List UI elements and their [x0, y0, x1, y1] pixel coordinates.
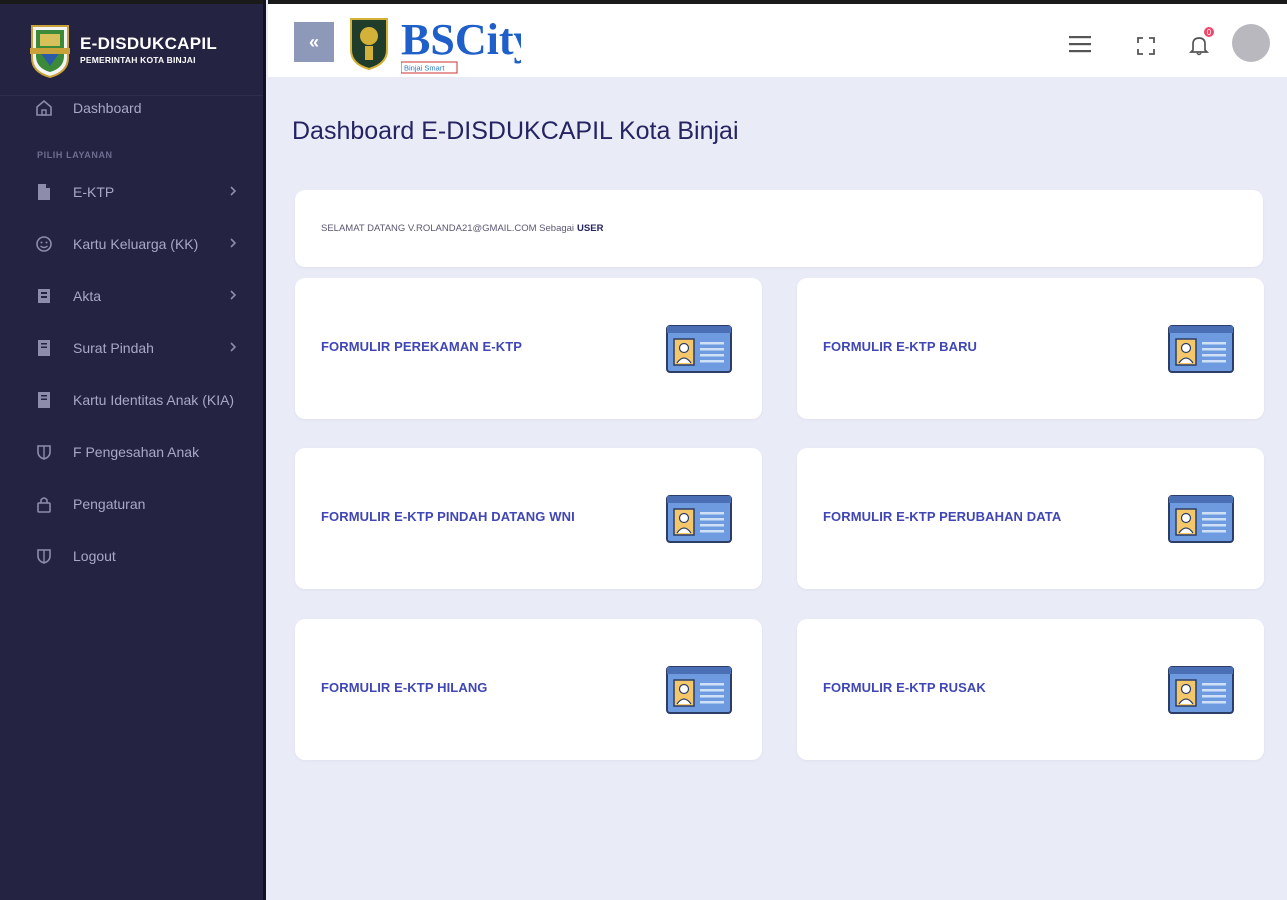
- sidebar-item-surat-pindah[interactable]: Surat Pindah: [0, 322, 263, 374]
- lock-icon: [34, 494, 54, 514]
- sidebar: E-DISDUKCAPIL PEMERINTAH KOTA BINJAI Das…: [0, 0, 266, 900]
- welcome-card: SELAMAT DATANG V.ROLANDA21@GMAIL.COM Seb…: [295, 190, 1263, 267]
- sidebar-item-label: Akta: [73, 288, 102, 304]
- sidebar-item-label: Dashboard: [73, 100, 142, 116]
- home-icon: [34, 98, 54, 118]
- form-card-perekaman-e-ktp[interactable]: FORMULIR PEREKAMAN E-KTP: [295, 278, 762, 419]
- shield-icon: [34, 546, 54, 566]
- sidebar-item-label: Kartu Identitas Anak (KIA): [73, 392, 235, 408]
- form-card-e-ktp-rusak[interactable]: FORMULIR E-KTP RUSAK: [797, 619, 1264, 760]
- page-title: Dashboard E-DISDUKCAPIL Kota Binjai: [292, 117, 739, 145]
- file-icon: [34, 390, 54, 410]
- sidebar-item-pengaturan[interactable]: Pengaturan: [0, 478, 263, 530]
- shield-icon: [34, 442, 54, 462]
- avatar[interactable]: [1232, 24, 1270, 62]
- smile-icon: [34, 234, 54, 254]
- document-icon: [34, 182, 54, 202]
- menu-icon[interactable]: [1068, 34, 1092, 54]
- form-card-e-ktp-hilang[interactable]: FORMULIR E-KTP HILANG: [295, 619, 762, 760]
- form-card-e-ktp-baru[interactable]: FORMULIR E-KTP BARU: [797, 278, 1264, 419]
- sidebar-item-pengesahan-anak[interactable]: F Pengesahan Anak: [0, 426, 263, 478]
- form-card-e-ktp-pindah-datang-wni[interactable]: FORMULIR E-KTP PINDAH DATANG WNI: [295, 448, 762, 589]
- bscity-logo-text: BSCity: [401, 15, 521, 64]
- city-crest-icon: [30, 24, 70, 78]
- id-card-icon: [1168, 495, 1234, 543]
- brand-subtitle: PEMERINTAH KOTA BINJAI: [80, 55, 196, 65]
- sidebar-item-label: E-KTP: [73, 184, 115, 200]
- bscity-logo: BSCity Binjai Smart: [401, 15, 521, 74]
- welcome-text: SELAMAT DATANG V.ROLANDA21@GMAIL.COM Seb…: [321, 223, 575, 234]
- id-card-icon: [666, 325, 732, 373]
- sidebar-item-label: Logout: [73, 548, 116, 564]
- sidebar-item-e-ktp[interactable]: E-KTP: [0, 166, 263, 218]
- fullscreen-icon[interactable]: [1136, 36, 1156, 56]
- file-icon: [34, 338, 54, 358]
- topbar: « BSCity Binjai Smart 0: [268, 0, 1287, 77]
- sidebar-item-label: Pengaturan: [73, 496, 146, 512]
- bscity-logo-subtext: Binjai Smart: [404, 64, 445, 73]
- form-card-label: FORMULIR E-KTP BARU: [823, 339, 978, 354]
- government-emblem-icon: [350, 18, 388, 70]
- chevron-right-icon: [230, 238, 237, 248]
- sidebar-item-kia[interactable]: Kartu Identitas Anak (KIA): [0, 374, 263, 426]
- sidebar-item-label: Kartu Keluarga (KK): [73, 236, 199, 252]
- sidebar-item-label: Surat Pindah: [73, 340, 154, 356]
- welcome-role: USER: [577, 223, 604, 234]
- form-card-e-ktp-perubahan-data[interactable]: FORMULIR E-KTP PERUBAHAN DATA: [797, 448, 1264, 589]
- chevron-right-icon: [230, 186, 237, 196]
- chevron-right-icon: [230, 342, 237, 352]
- id-card-icon: [666, 666, 732, 714]
- notification-badge: 0: [1202, 25, 1216, 39]
- sidebar-item-label: F Pengesahan Anak: [73, 444, 200, 460]
- sidebar-section-label: PILIH LAYANAN: [37, 150, 113, 160]
- collapse-sidebar-button[interactable]: «: [294, 22, 334, 62]
- id-card-icon: [1168, 325, 1234, 373]
- id-card-icon: [1168, 666, 1234, 714]
- sidebar-item-akta[interactable]: Akta: [0, 270, 263, 322]
- book-icon: [34, 286, 54, 306]
- form-card-label: FORMULIR E-KTP HILANG: [321, 680, 488, 695]
- sidebar-item-dashboard[interactable]: Dashboard: [0, 82, 263, 134]
- form-card-label: FORMULIR E-KTP PINDAH DATANG WNI: [321, 509, 575, 524]
- id-card-icon: [666, 495, 732, 543]
- sidebar-item-kartu-keluarga[interactable]: Kartu Keluarga (KK): [0, 218, 263, 270]
- form-card-label: FORMULIR E-KTP RUSAK: [823, 680, 986, 695]
- chevron-right-icon: [230, 290, 237, 300]
- sidebar-item-logout[interactable]: Logout: [0, 530, 263, 582]
- form-card-label: FORMULIR E-KTP PERUBAHAN DATA: [823, 509, 1062, 524]
- form-card-label: FORMULIR PEREKAMAN E-KTP: [321, 339, 523, 354]
- brand-title: E-DISDUKCAPIL: [80, 34, 218, 53]
